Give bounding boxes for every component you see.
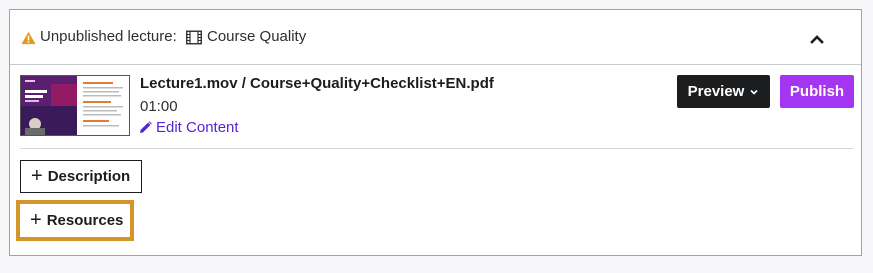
chevron-up-icon[interactable] <box>807 30 827 48</box>
film-icon <box>186 30 202 45</box>
publish-button[interactable]: Publish <box>780 75 854 108</box>
plus-icon: + <box>31 164 43 187</box>
edit-content-link[interactable]: Edit Content <box>139 119 239 136</box>
description-label: Description <box>47 168 131 185</box>
add-description-button[interactable]: + Description <box>20 160 142 193</box>
course-title: Course Quality <box>207 28 307 45</box>
pencil-icon <box>140 121 152 133</box>
lecture-header[interactable]: Unpublished lecture: Course Quality <box>10 10 861 65</box>
lecture-thumbnail <box>20 75 130 136</box>
section-divider <box>20 148 853 149</box>
lecture-duration: 01:00 <box>140 98 178 115</box>
edit-content-label: Edit Content <box>156 119 239 136</box>
lecture-title: Lecture1.mov / Course+Quality+Checklist+… <box>140 75 494 92</box>
preview-label: Preview <box>687 83 745 100</box>
resources-label: Resources <box>46 212 124 229</box>
warning-triangle-icon <box>21 31 36 45</box>
lecture-card: Unpublished lecture: Course Quality Lect… <box>9 9 862 256</box>
unpublished-label: Unpublished lecture: <box>40 28 177 45</box>
plus-icon: + <box>30 208 42 231</box>
thumbnail-image <box>21 76 129 135</box>
chevron-down-icon <box>750 89 758 95</box>
preview-button[interactable]: Preview <box>677 75 770 108</box>
add-resources-button[interactable]: + Resources <box>20 204 132 237</box>
